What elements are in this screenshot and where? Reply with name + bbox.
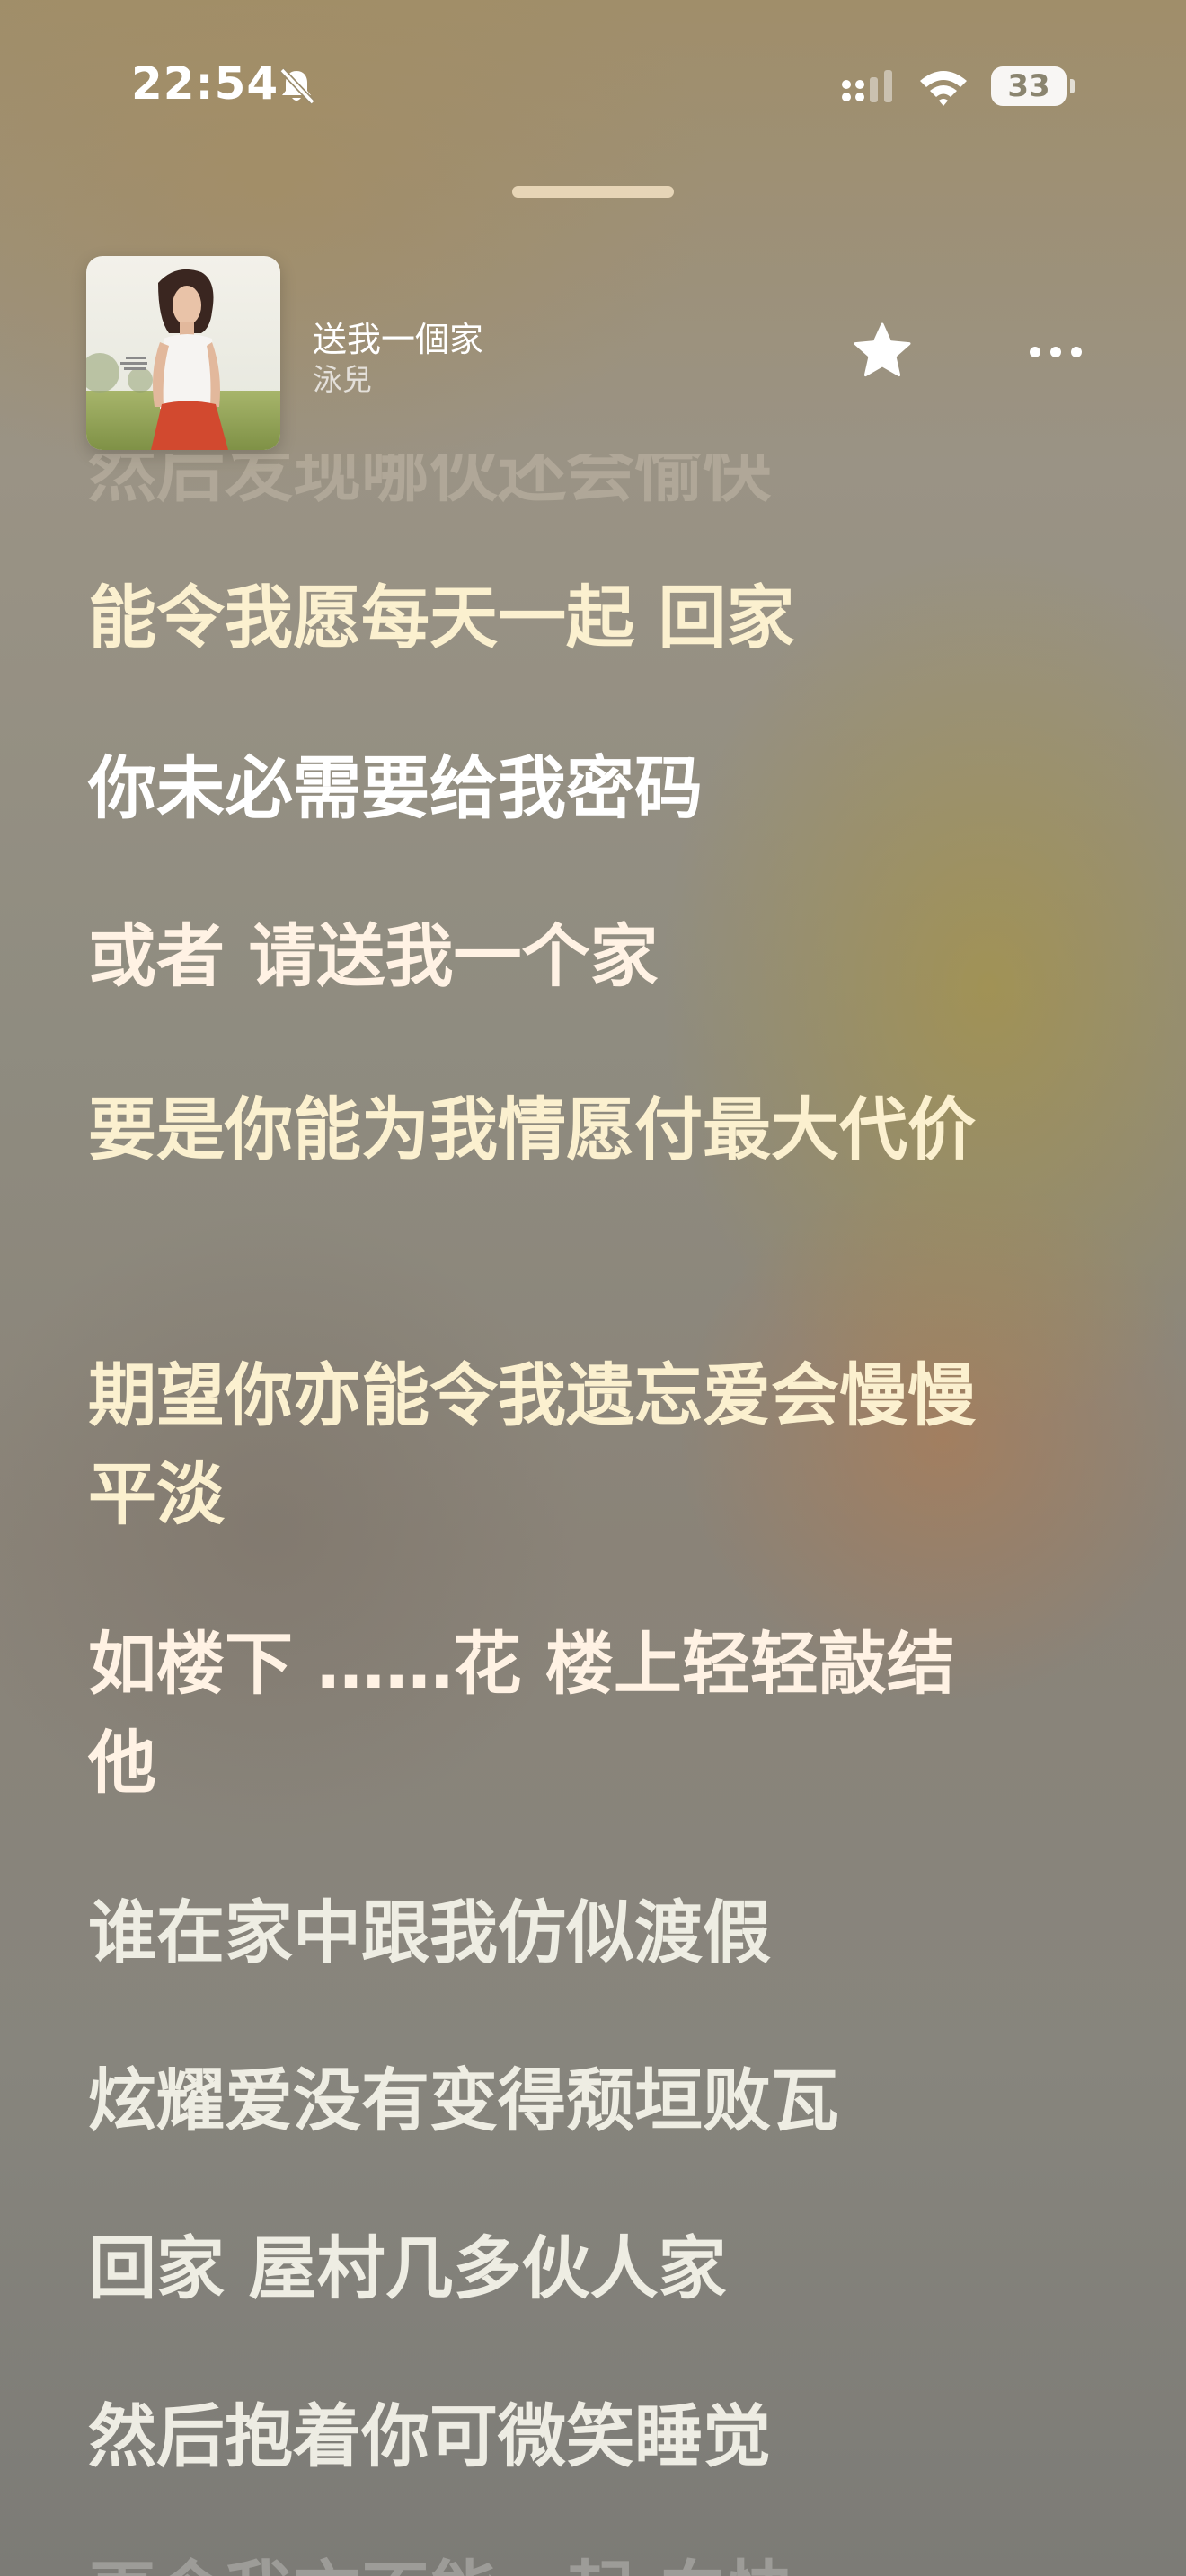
lyric-line-partial: 然后发现哪伙还会愉快 [88, 454, 771, 511]
status-bar: 22:54 33 [0, 0, 1186, 171]
favorite-button[interactable] [849, 319, 916, 385]
ellipsis-icon [1030, 347, 1082, 357]
lyric-line[interactable]: 或者 请送我一个家 [88, 907, 1094, 1006]
lyric-line[interactable]: 炫耀爱没有变得颓垣败瓦 [88, 2051, 1094, 2150]
lyrics-screen: 22:54 33 送我一個家 泳兒 然后发现哪伙还会愉快 能令我愿每天一起 回家… [0, 0, 1186, 2576]
cellular-signal-icon [842, 70, 892, 102]
lyric-line-partial: 再令我亦不能一起 向快 [88, 2537, 794, 2576]
battery-tip [1070, 79, 1075, 93]
song-title[interactable]: 送我一個家 [313, 312, 483, 361]
lyric-line[interactable]: 然后抱着你可微笑睡觉 [88, 2387, 1094, 2486]
lyrics-list[interactable]: 然后发现哪伙还会愉快 能令我愿每天一起 回家 你未必需要给我密码 或者 请送我一… [0, 454, 1186, 2576]
status-time: 22:54 [131, 57, 279, 110]
lyric-line[interactable]: 回家 屋村几多伙人家 [88, 2219, 1094, 2318]
artist-name[interactable]: 泳兒 [313, 356, 372, 399]
lyric-line[interactable]: 谁在家中跟我仿似渡假 [88, 1883, 1094, 1982]
lyric-line[interactable]: 能令我愿每天一起 回家 [88, 569, 1094, 667]
bell-slash-icon [279, 67, 315, 105]
battery-icon: 33 [991, 66, 1075, 106]
lyric-line-active[interactable]: 你未必需要给我密码 [88, 739, 1094, 838]
star-icon [854, 322, 911, 377]
lyric-line[interactable]: 期望你亦能令我遗忘爱会慢慢平淡 [88, 1346, 987, 1544]
lyric-line[interactable]: 如楼下 ……花 楼上轻轻敲结他 [88, 1615, 1022, 1813]
wifi-icon [920, 71, 967, 106]
more-options-button[interactable] [1024, 332, 1087, 372]
album-cover-image [86, 256, 280, 450]
battery-level: 33 [1007, 68, 1050, 104]
album-artwork[interactable] [86, 256, 280, 450]
sheet-grabber[interactable] [512, 186, 674, 198]
lyric-line[interactable]: 要是你能为我情愿付最大代价 [88, 1081, 987, 1179]
